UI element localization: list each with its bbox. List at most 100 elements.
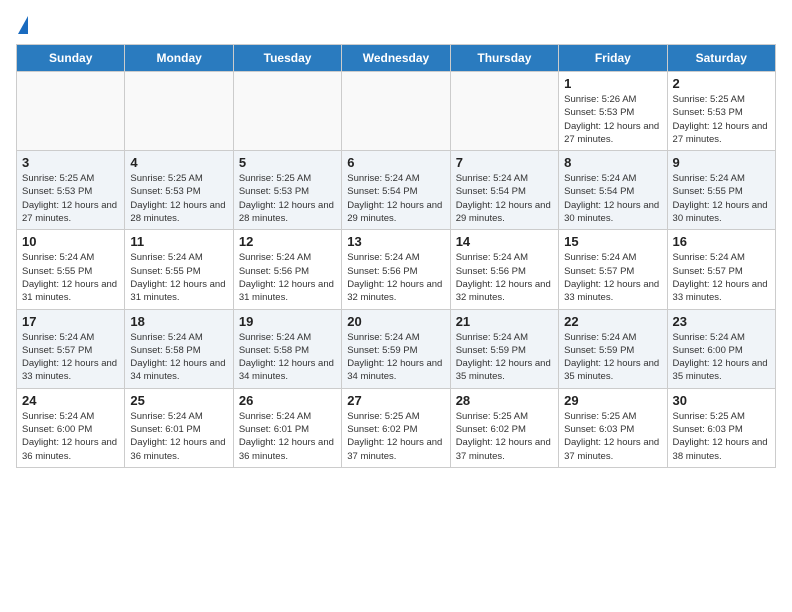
calendar-day-cell: 20Sunrise: 5:24 AMSunset: 5:59 PMDayligh… bbox=[342, 309, 450, 388]
calendar-day-cell bbox=[233, 72, 341, 151]
calendar-day-cell: 4 Sunrise: 5:25 AMSunset: 5:53 PMDaylight… bbox=[125, 151, 233, 230]
day-number: 16 bbox=[673, 234, 770, 249]
day-info: Sunrise: 5:25 AMSunset: 6:03 PMDaylight:… bbox=[564, 410, 661, 463]
day-number: 22 bbox=[564, 314, 661, 329]
day-info: Sunrise: 5:24 AMSunset: 5:55 PMDaylight:… bbox=[130, 251, 227, 304]
calendar-day-cell: 11 Sunrise: 5:24 AMSunset: 5:55 PMDayligh… bbox=[125, 230, 233, 309]
calendar-day-cell: 8 Sunrise: 5:24 AMSunset: 5:54 PMDaylight… bbox=[559, 151, 667, 230]
day-number: 13 bbox=[347, 234, 444, 249]
day-info: Sunrise: 5:24 AMSunset: 5:54 PMDaylight:… bbox=[564, 172, 661, 225]
calendar-day-cell: 1 Sunrise: 5:26 AMSunset: 5:53 PMDaylight… bbox=[559, 72, 667, 151]
day-number: 11 bbox=[130, 234, 227, 249]
day-number: 14 bbox=[456, 234, 553, 249]
day-info: Sunrise: 5:24 AMSunset: 6:00 PMDaylight:… bbox=[22, 410, 119, 463]
day-of-week-header: Saturday bbox=[667, 45, 775, 72]
calendar-day-cell: 26 Sunrise: 5:24 AMSunset: 6:01 PMDayligh… bbox=[233, 388, 341, 467]
day-info: Sunrise: 5:25 AMSunset: 5:53 PMDaylight:… bbox=[130, 172, 227, 225]
calendar-week-row: 17Sunrise: 5:24 AMSunset: 5:57 PMDayligh… bbox=[17, 309, 776, 388]
calendar-day-cell: 28 Sunrise: 5:25 AMSunset: 6:02 PMDayligh… bbox=[450, 388, 558, 467]
calendar-day-cell: 5 Sunrise: 5:25 AMSunset: 5:53 PMDaylight… bbox=[233, 151, 341, 230]
calendar-day-cell: 23Sunrise: 5:24 AMSunset: 6:00 PMDayligh… bbox=[667, 309, 775, 388]
day-number: 9 bbox=[673, 155, 770, 170]
day-number: 18 bbox=[130, 314, 227, 329]
day-number: 5 bbox=[239, 155, 336, 170]
calendar-week-row: 3 Sunrise: 5:25 AMSunset: 5:53 PMDaylight… bbox=[17, 151, 776, 230]
day-number: 3 bbox=[22, 155, 119, 170]
calendar-week-row: 24 Sunrise: 5:24 AMSunset: 6:00 PMDayligh… bbox=[17, 388, 776, 467]
day-of-week-header: Monday bbox=[125, 45, 233, 72]
calendar-day-cell: 18 Sunrise: 5:24 AMSunset: 5:58 PMDayligh… bbox=[125, 309, 233, 388]
calendar-day-cell: 29Sunrise: 5:25 AMSunset: 6:03 PMDayligh… bbox=[559, 388, 667, 467]
day-number: 27 bbox=[347, 393, 444, 408]
day-number: 15 bbox=[564, 234, 661, 249]
day-info: Sunrise: 5:24 AMSunset: 5:56 PMDaylight:… bbox=[239, 251, 336, 304]
day-number: 28 bbox=[456, 393, 553, 408]
calendar-day-cell: 6 Sunrise: 5:24 AMSunset: 5:54 PMDaylight… bbox=[342, 151, 450, 230]
day-info: Sunrise: 5:24 AMSunset: 6:01 PMDaylight:… bbox=[239, 410, 336, 463]
calendar-day-cell: 14 Sunrise: 5:24 AMSunset: 5:56 PMDayligh… bbox=[450, 230, 558, 309]
calendar-day-cell: 15 Sunrise: 5:24 AMSunset: 5:57 PMDayligh… bbox=[559, 230, 667, 309]
day-of-week-header: Sunday bbox=[17, 45, 125, 72]
logo bbox=[16, 16, 28, 32]
calendar-day-cell: 25 Sunrise: 5:24 AMSunset: 6:01 PMDayligh… bbox=[125, 388, 233, 467]
day-info: Sunrise: 5:25 AMSunset: 5:53 PMDaylight:… bbox=[239, 172, 336, 225]
calendar-day-cell: 22 Sunrise: 5:24 AMSunset: 5:59 PMDayligh… bbox=[559, 309, 667, 388]
day-number: 25 bbox=[130, 393, 227, 408]
calendar-day-cell: 10 Sunrise: 5:24 AMSunset: 5:55 PMDayligh… bbox=[17, 230, 125, 309]
day-number: 19 bbox=[239, 314, 336, 329]
page-header bbox=[16, 16, 776, 32]
day-of-week-header: Wednesday bbox=[342, 45, 450, 72]
calendar-day-cell: 24 Sunrise: 5:24 AMSunset: 6:00 PMDayligh… bbox=[17, 388, 125, 467]
day-info: Sunrise: 5:25 AMSunset: 5:53 PMDaylight:… bbox=[22, 172, 119, 225]
day-info: Sunrise: 5:24 AMSunset: 6:00 PMDaylight:… bbox=[673, 331, 770, 384]
day-info: Sunrise: 5:24 AMSunset: 5:58 PMDaylight:… bbox=[130, 331, 227, 384]
calendar-day-cell: 7 Sunrise: 5:24 AMSunset: 5:54 PMDaylight… bbox=[450, 151, 558, 230]
day-info: Sunrise: 5:24 AMSunset: 5:58 PMDaylight:… bbox=[239, 331, 336, 384]
calendar-day-cell bbox=[450, 72, 558, 151]
day-number: 12 bbox=[239, 234, 336, 249]
day-number: 8 bbox=[564, 155, 661, 170]
day-number: 21 bbox=[456, 314, 553, 329]
day-number: 20 bbox=[347, 314, 444, 329]
calendar-week-row: 10 Sunrise: 5:24 AMSunset: 5:55 PMDayligh… bbox=[17, 230, 776, 309]
calendar-day-cell: 9 Sunrise: 5:24 AMSunset: 5:55 PMDaylight… bbox=[667, 151, 775, 230]
day-number: 26 bbox=[239, 393, 336, 408]
day-number: 7 bbox=[456, 155, 553, 170]
day-info: Sunrise: 5:24 AMSunset: 5:57 PMDaylight:… bbox=[22, 331, 119, 384]
day-of-week-header: Thursday bbox=[450, 45, 558, 72]
day-info: Sunrise: 5:24 AMSunset: 6:01 PMDaylight:… bbox=[130, 410, 227, 463]
calendar-day-cell: 19 Sunrise: 5:24 AMSunset: 5:58 PMDayligh… bbox=[233, 309, 341, 388]
day-info: Sunrise: 5:24 AMSunset: 5:55 PMDaylight:… bbox=[673, 172, 770, 225]
day-number: 30 bbox=[673, 393, 770, 408]
calendar-day-cell bbox=[17, 72, 125, 151]
day-info: Sunrise: 5:24 AMSunset: 5:57 PMDaylight:… bbox=[564, 251, 661, 304]
day-number: 24 bbox=[22, 393, 119, 408]
day-info: Sunrise: 5:24 AMSunset: 5:54 PMDaylight:… bbox=[456, 172, 553, 225]
calendar-day-cell: 12 Sunrise: 5:24 AMSunset: 5:56 PMDayligh… bbox=[233, 230, 341, 309]
day-info: Sunrise: 5:25 AMSunset: 5:53 PMDaylight:… bbox=[673, 93, 770, 146]
day-number: 2 bbox=[673, 76, 770, 91]
day-info: Sunrise: 5:25 AMSunset: 6:02 PMDaylight:… bbox=[456, 410, 553, 463]
day-info: Sunrise: 5:24 AMSunset: 5:56 PMDaylight:… bbox=[347, 251, 444, 304]
day-info: Sunrise: 5:24 AMSunset: 5:54 PMDaylight:… bbox=[347, 172, 444, 225]
calendar-day-cell: 17Sunrise: 5:24 AMSunset: 5:57 PMDayligh… bbox=[17, 309, 125, 388]
day-number: 6 bbox=[347, 155, 444, 170]
day-number: 1 bbox=[564, 76, 661, 91]
day-info: Sunrise: 5:24 AMSunset: 5:59 PMDaylight:… bbox=[564, 331, 661, 384]
calendar-day-cell: 30 Sunrise: 5:25 AMSunset: 6:03 PMDayligh… bbox=[667, 388, 775, 467]
calendar-header-row: SundayMondayTuesdayWednesdayThursdayFrid… bbox=[17, 45, 776, 72]
day-info: Sunrise: 5:25 AMSunset: 6:02 PMDaylight:… bbox=[347, 410, 444, 463]
calendar-day-cell: 13 Sunrise: 5:24 AMSunset: 5:56 PMDayligh… bbox=[342, 230, 450, 309]
day-info: Sunrise: 5:24 AMSunset: 5:55 PMDaylight:… bbox=[22, 251, 119, 304]
logo-triangle-icon bbox=[18, 16, 28, 34]
day-info: Sunrise: 5:26 AMSunset: 5:53 PMDaylight:… bbox=[564, 93, 661, 146]
day-number: 10 bbox=[22, 234, 119, 249]
day-info: Sunrise: 5:24 AMSunset: 5:56 PMDaylight:… bbox=[456, 251, 553, 304]
calendar-day-cell: 16Sunrise: 5:24 AMSunset: 5:57 PMDayligh… bbox=[667, 230, 775, 309]
calendar-week-row: 1 Sunrise: 5:26 AMSunset: 5:53 PMDaylight… bbox=[17, 72, 776, 151]
calendar-day-cell: 2 Sunrise: 5:25 AMSunset: 5:53 PMDaylight… bbox=[667, 72, 775, 151]
calendar-table: SundayMondayTuesdayWednesdayThursdayFrid… bbox=[16, 44, 776, 468]
day-info: Sunrise: 5:24 AMSunset: 5:59 PMDaylight:… bbox=[456, 331, 553, 384]
day-info: Sunrise: 5:25 AMSunset: 6:03 PMDaylight:… bbox=[673, 410, 770, 463]
day-number: 4 bbox=[130, 155, 227, 170]
